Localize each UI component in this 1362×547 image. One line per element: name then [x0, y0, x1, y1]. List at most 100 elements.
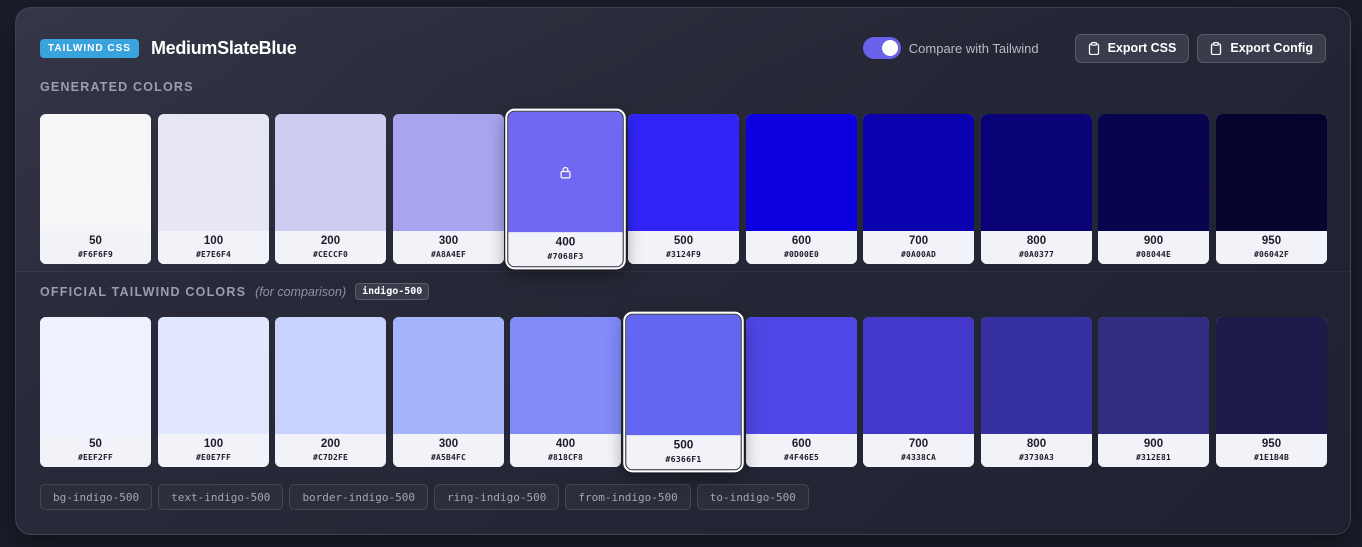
official-swatch-300[interactable]: 300 #A5B4FC	[393, 317, 504, 467]
generated-swatch-950[interactable]: 950 #06042F	[1216, 114, 1327, 264]
generated-swatch-400[interactable]: 400 #7068F3	[505, 108, 626, 270]
color-name-title: MediumSlateBlue	[150, 37, 297, 58]
swatch-shade: 100	[203, 438, 224, 450]
official-swatch-200[interactable]: 200 #C7D2FE	[275, 317, 386, 467]
utility-class-chip[interactable]: border-indigo-500	[289, 484, 429, 510]
official-swatch-100[interactable]: 100 #E0E7FF	[158, 317, 269, 467]
generated-swatch-800[interactable]: 800 #0A0377	[981, 114, 1092, 264]
swatch-meta: 600 #4F46E5	[746, 434, 857, 467]
generated-swatch-500[interactable]: 500 #3124F9	[628, 114, 739, 264]
swatch-hex: #7068F3	[547, 251, 584, 262]
generated-swatch-300[interactable]: 300 #A8A4EF	[393, 114, 504, 264]
swatch-hex: #0D00E0	[783, 250, 820, 259]
swatch-hex: #CECCF0	[312, 250, 349, 259]
official-swatch-400[interactable]: 400 #818CF8	[510, 317, 621, 467]
export-css-label: Export CSS	[1107, 41, 1177, 55]
swatch-color-fill	[628, 114, 739, 231]
official-swatch-600[interactable]: 600 #4F46E5	[746, 317, 857, 467]
swatch-meta: 800 #0A0377	[981, 231, 1092, 264]
official-swatch-800[interactable]: 800 #3730A3	[981, 317, 1092, 467]
generated-swatch-50[interactable]: 50 #F6F6F9	[40, 114, 151, 264]
swatch-hex: #06042F	[1253, 250, 1290, 259]
utility-class-chip[interactable]: to-indigo-500	[696, 484, 809, 510]
swatch-meta: 950 #06042F	[1216, 231, 1327, 264]
swatch-shade: 400	[555, 438, 576, 450]
swatch-hex: #0A0377	[1018, 250, 1055, 259]
swatch-color-fill	[1098, 317, 1209, 434]
swatch-meta: 500 #3124F9	[628, 231, 739, 264]
swatch-color-fill	[275, 114, 386, 231]
swatch-color-fill	[981, 114, 1092, 231]
swatch-meta: 200 #C7D2FE	[275, 434, 386, 467]
swatch-meta: 300 #A8A4EF	[393, 231, 504, 264]
swatch-meta: 900 #312E81	[1098, 434, 1209, 467]
generated-swatch-100[interactable]: 100 #E7E6F4	[158, 114, 269, 264]
tailwind-badge: TAILWIND CSS	[40, 38, 139, 58]
swatch-hex: #4F46E5	[783, 453, 820, 462]
swatch-shade: 800	[1026, 438, 1047, 450]
generated-swatch-900[interactable]: 900 #08044E	[1098, 114, 1209, 264]
compare-toggle[interactable]	[862, 37, 901, 59]
swatch-meta: 50 #EEF2FF	[40, 434, 151, 467]
official-swatch-950[interactable]: 950 #1E1B4B	[1216, 317, 1327, 467]
official-section-label: OFFICIAL TAILWIND COLORS (for comparison…	[40, 283, 430, 300]
swatch-shade: 950	[1261, 438, 1282, 450]
swatch-color-fill	[510, 317, 621, 434]
export-css-button[interactable]: Export CSS	[1074, 33, 1190, 63]
utility-class-chip[interactable]: bg-indigo-500	[40, 484, 153, 510]
official-swatch-50[interactable]: 50 #EEF2FF	[40, 317, 151, 467]
utility-class-chip[interactable]: text-indigo-500	[158, 484, 284, 510]
swatch-shade: 50	[89, 235, 102, 247]
swatch-hex: #EEF2FF	[77, 453, 114, 462]
swatch-meta: 400 #818CF8	[510, 434, 621, 467]
swatch-meta: 900 #08044E	[1098, 231, 1209, 264]
header: TAILWIND CSS MediumSlateBlue Compare wit…	[40, 33, 1326, 63]
swatch-hex: #3124F9	[665, 250, 702, 259]
swatch-color-fill	[158, 114, 269, 231]
swatch-color-fill	[275, 317, 386, 434]
clipboard-icon	[1211, 41, 1222, 55]
swatch-shade: 100	[203, 235, 224, 247]
swatch-color-fill	[40, 114, 151, 231]
swatch-meta: 200 #CECCF0	[275, 231, 386, 264]
swatch-meta: 400 #7068F3	[508, 232, 623, 267]
generated-swatch-700[interactable]: 700 #0A00AD	[863, 114, 974, 264]
official-swatch-900[interactable]: 900 #312E81	[1098, 317, 1209, 467]
swatch-hex: #A5B4FC	[430, 453, 467, 462]
swatch-meta: 500 #6366F1	[626, 435, 741, 470]
swatch-meta: 800 #3730A3	[981, 434, 1092, 467]
swatch-meta: 700 #4338CA	[863, 434, 974, 467]
generated-title: GENERATED COLORS	[40, 80, 194, 94]
official-swatch-700[interactable]: 700 #4338CA	[863, 317, 974, 467]
utility-class-chip[interactable]: from-indigo-500	[565, 484, 691, 510]
section-divider	[16, 271, 1350, 272]
swatch-shade: 400	[555, 236, 576, 249]
swatch-color-fill	[158, 317, 269, 434]
export-config-label: Export Config	[1230, 41, 1313, 55]
utility-class-chip[interactable]: ring-indigo-500	[434, 484, 560, 510]
swatch-hex: #4338CA	[900, 453, 937, 462]
swatch-color-fill	[393, 114, 504, 231]
swatch-shade: 600	[791, 235, 812, 247]
swatch-shade: 300	[438, 235, 459, 247]
lock-icon	[560, 166, 571, 178]
swatch-shade: 500	[673, 235, 694, 247]
swatch-hex: #6366F1	[665, 454, 702, 465]
swatch-shade: 50	[89, 438, 102, 450]
swatch-shade: 200	[320, 235, 341, 247]
generated-swatch-600[interactable]: 600 #0D00E0	[746, 114, 857, 264]
swatch-hex: #312E81	[1135, 453, 1172, 462]
swatch-color-fill	[746, 114, 857, 231]
swatch-shade: 900	[1143, 438, 1164, 450]
swatch-meta: 300 #A5B4FC	[393, 434, 504, 467]
swatch-shade: 800	[1026, 235, 1047, 247]
official-swatch-500[interactable]: 500 #6366F1	[623, 311, 744, 473]
swatch-color-fill	[393, 317, 504, 434]
swatch-shade: 500	[673, 439, 694, 452]
swatch-hex: #E0E7FF	[195, 453, 232, 462]
generated-swatch-200[interactable]: 200 #CECCF0	[275, 114, 386, 264]
export-config-button[interactable]: Export Config	[1197, 33, 1326, 63]
matched-shade-tag: indigo-500	[355, 283, 430, 300]
utility-class-chips: bg-indigo-500 text-indigo-500 border-indig…	[40, 484, 815, 510]
comparison-note: (for comparison)	[255, 284, 347, 299]
